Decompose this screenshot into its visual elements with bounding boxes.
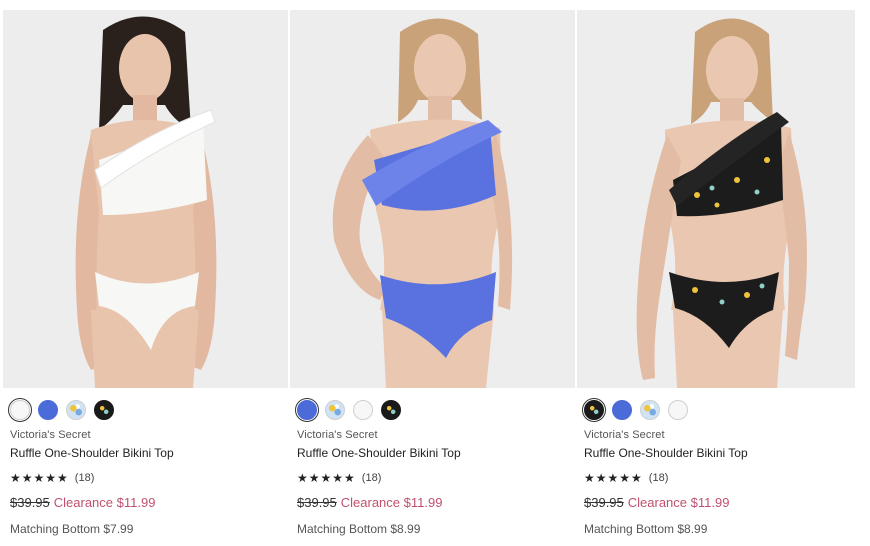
swatch-print-light[interactable]	[66, 400, 86, 420]
rating[interactable]: ★★★★★ (18)	[297, 471, 381, 485]
review-count: (18)	[74, 472, 95, 484]
swatch-blue[interactable]	[612, 400, 632, 420]
product-card: Victoria's Secret Ruffle One-Shoulder Bi…	[577, 0, 855, 546]
product-name[interactable]: Ruffle One-Shoulder Bikini Top	[10, 446, 174, 460]
price: $39.95 Clearance $11.99	[584, 495, 729, 510]
color-swatches	[582, 398, 688, 422]
star-rating-icon: ★★★★★	[584, 471, 643, 485]
model-photo	[290, 10, 575, 388]
price: $39.95 Clearance $11.99	[297, 495, 442, 510]
swatch-print-light[interactable]	[325, 400, 345, 420]
matching-bottom-price: Matching Bottom $8.99	[584, 522, 708, 536]
color-swatches	[8, 398, 114, 422]
swatch-white[interactable]	[8, 398, 32, 422]
product-card: Victoria's Secret Ruffle One-Shoulder Bi…	[3, 0, 288, 546]
brand-name: Victoria's Secret	[584, 429, 665, 441]
product-card: Victoria's Secret Ruffle One-Shoulder Bi…	[290, 0, 575, 546]
product-name[interactable]: Ruffle One-Shoulder Bikini Top	[584, 446, 748, 460]
review-count: (18)	[361, 472, 382, 484]
original-price: $39.95	[10, 495, 50, 510]
swatch-white[interactable]	[353, 400, 373, 420]
rating[interactable]: ★★★★★ (18)	[584, 471, 668, 485]
original-price: $39.95	[584, 495, 624, 510]
swatch-white[interactable]	[668, 400, 688, 420]
clearance-price: Clearance $11.99	[340, 495, 443, 510]
clearance-price: Clearance $11.99	[53, 495, 156, 510]
model-photo	[3, 10, 288, 388]
product-image[interactable]	[290, 10, 575, 388]
swatch-print-black[interactable]	[381, 400, 401, 420]
product-image[interactable]	[3, 10, 288, 388]
price: $39.95 Clearance $11.99	[10, 495, 155, 510]
star-rating-icon: ★★★★★	[10, 471, 69, 485]
clearance-price: Clearance $11.99	[627, 495, 730, 510]
color-swatches	[295, 398, 401, 422]
review-count: (18)	[648, 472, 669, 484]
matching-bottom-price: Matching Bottom $7.99	[10, 522, 134, 536]
swatch-print-black[interactable]	[582, 398, 606, 422]
product-name[interactable]: Ruffle One-Shoulder Bikini Top	[297, 446, 461, 460]
original-price: $39.95	[297, 495, 337, 510]
brand-name: Victoria's Secret	[297, 429, 378, 441]
star-rating-icon: ★★★★★	[297, 471, 356, 485]
swatch-blue[interactable]	[38, 400, 58, 420]
model-photo	[577, 10, 855, 388]
product-grid: Victoria's Secret Ruffle One-Shoulder Bi…	[0, 0, 870, 546]
product-image[interactable]	[577, 10, 855, 388]
rating[interactable]: ★★★★★ (18)	[10, 471, 94, 485]
brand-name: Victoria's Secret	[10, 429, 91, 441]
swatch-print-black[interactable]	[94, 400, 114, 420]
matching-bottom-price: Matching Bottom $8.99	[297, 522, 421, 536]
swatch-blue[interactable]	[295, 398, 319, 422]
swatch-print-light[interactable]	[640, 400, 660, 420]
